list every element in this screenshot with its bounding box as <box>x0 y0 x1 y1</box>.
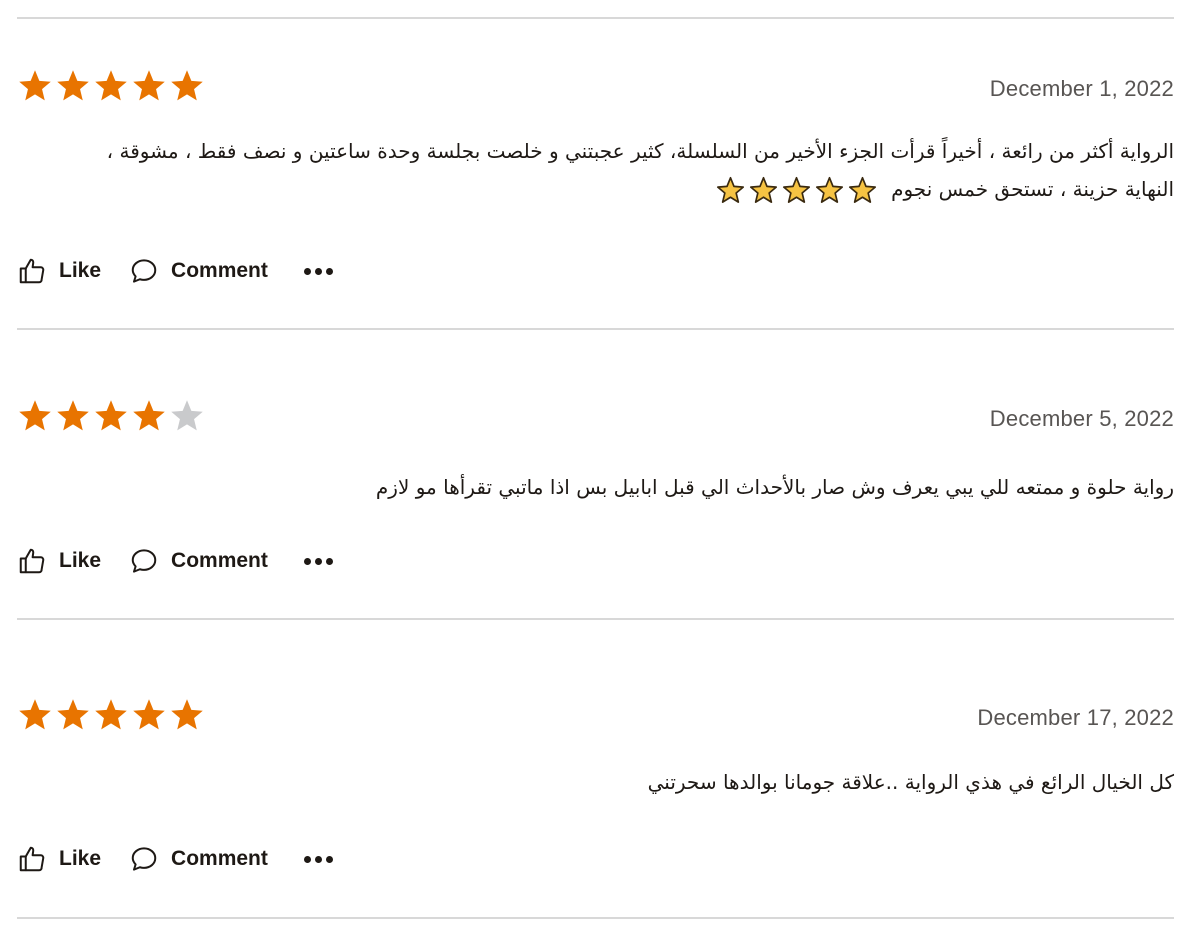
comment-button[interactable]: Comment <box>129 844 268 874</box>
divider <box>17 917 1174 919</box>
emoji-star-icon <box>782 176 810 203</box>
more-dots-icon <box>314 557 322 565</box>
comment-button[interactable]: Comment <box>129 546 268 576</box>
star-filled-icon <box>133 699 165 730</box>
more-dots-icon <box>325 557 333 565</box>
more-options-button[interactable] <box>303 546 333 576</box>
like-label: Like <box>59 847 102 870</box>
comment-label: Comment <box>171 847 268 870</box>
star-filled-icon <box>133 70 165 101</box>
star-filled-icon <box>57 70 89 101</box>
review-text: رواية حلوة و ممتعه للي يبي يعرف وش صار ب… <box>17 468 1174 506</box>
more-options-button[interactable] <box>303 844 333 874</box>
star-filled-icon <box>57 400 89 431</box>
emoji-stars <box>716 176 877 205</box>
like-button[interactable]: Like <box>17 256 101 286</box>
comment-bubble-icon <box>131 549 157 573</box>
like-button[interactable]: Like <box>17 844 101 874</box>
comment-bubble-icon <box>131 259 157 283</box>
star-empty-icon <box>171 400 203 431</box>
more-dots-icon <box>325 267 333 275</box>
like-label: Like <box>59 549 102 572</box>
divider <box>17 618 1174 620</box>
like-label: Like <box>59 259 102 282</box>
more-dots-icon <box>303 557 311 565</box>
review-card: December 1, 2022 الرواية أكثر من رائعة ،… <box>17 68 1174 308</box>
star-filled-icon <box>57 699 89 730</box>
more-dots-icon <box>303 855 311 863</box>
star-filled-icon <box>19 70 51 101</box>
like-button[interactable]: Like <box>17 546 101 576</box>
more-options-button[interactable] <box>303 256 333 286</box>
star-rating <box>17 68 205 104</box>
emoji-star-icon <box>716 176 744 203</box>
more-dots-icon <box>314 855 322 863</box>
review-card: December 5, 2022 رواية حلوة و ممتعه للي … <box>17 398 1174 598</box>
review-text-line: رواية حلوة و ممتعه للي يبي يعرف وش صار ب… <box>375 475 1174 499</box>
comment-bubble-icon <box>131 847 157 871</box>
review-date: December 1, 2022 <box>989 76 1174 101</box>
comment-label: Comment <box>171 259 268 282</box>
star-filled-icon <box>95 400 127 431</box>
star-filled-icon <box>171 70 203 101</box>
star-filled-icon <box>133 400 165 431</box>
emoji-star-icon <box>815 176 843 203</box>
more-dots-icon <box>303 267 311 275</box>
star-filled-icon <box>19 699 51 730</box>
comment-label: Comment <box>171 549 268 572</box>
review-date: December 17, 2022 <box>977 705 1174 730</box>
review-card: December 17, 2022 كل الخيال الرائع في هذ… <box>17 697 1174 897</box>
comment-button[interactable]: Comment <box>129 256 268 286</box>
review-date: December 5, 2022 <box>989 406 1174 431</box>
star-filled-icon <box>95 699 127 730</box>
divider <box>17 328 1174 330</box>
thumbs-up-icon <box>19 846 45 872</box>
review-text: كل الخيال الرائع في هذي الرواية ..علاقة … <box>17 763 1174 801</box>
more-dots-icon <box>314 267 322 275</box>
star-filled-icon <box>19 400 51 431</box>
more-dots-icon <box>325 855 333 863</box>
thumbs-up-icon <box>19 548 45 574</box>
star-filled-icon <box>171 699 203 730</box>
star-filled-icon <box>95 70 127 101</box>
emoji-star-icon <box>749 176 777 203</box>
star-rating <box>17 697 205 733</box>
thumbs-up-icon <box>19 258 45 284</box>
review-text-line: كل الخيال الرائع في هذي الرواية ..علاقة … <box>647 770 1174 794</box>
review-text-line: النهاية حزينة ، تستحق خمس نجوم <box>891 177 1174 201</box>
review-text-line: الرواية أكثر من رائعة ، أخيراً قرأت الجز… <box>106 139 1174 163</box>
divider <box>17 17 1174 19</box>
emoji-star-icon <box>848 176 876 203</box>
star-rating <box>17 398 205 434</box>
review-text: الرواية أكثر من رائعة ، أخيراً قرأت الجز… <box>17 132 1174 208</box>
